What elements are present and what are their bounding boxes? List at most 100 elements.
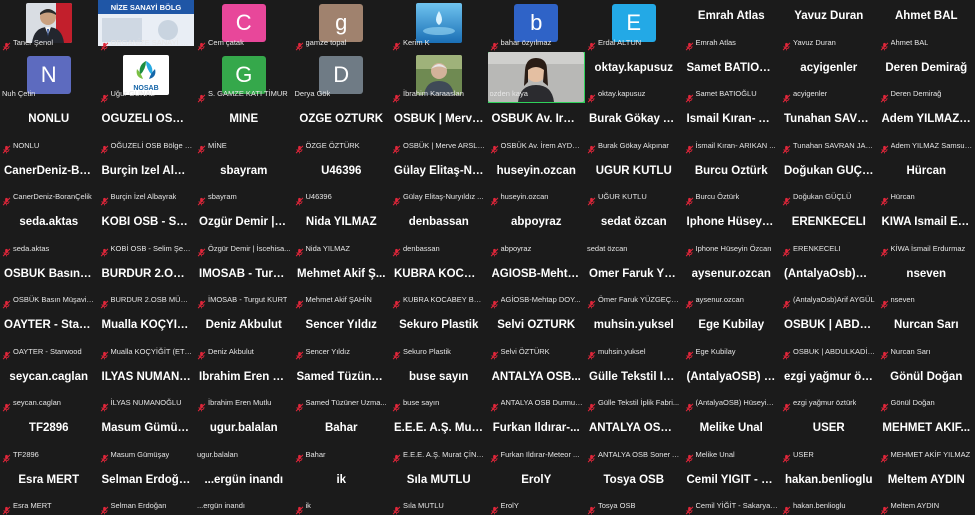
participant-tile-buse-sayın[interactable]: buse sayın buse sayın bbox=[390, 360, 488, 412]
participant-tile-deren-demirağ[interactable]: Deren Demirağ Deren Demirağ bbox=[877, 51, 975, 103]
participant-tile-kerim-k[interactable]: Kerim K bbox=[390, 0, 488, 52]
participant-tile-gönül-doğan[interactable]: Gönül Doğan Gönül Doğan bbox=[877, 360, 975, 412]
participant-tile-mi-ne[interactable]: MİNE MİNE bbox=[195, 103, 293, 155]
participant-tile-osbuk-abdulkadi-r[interactable]: OSBUK | ABDUL... OSBUK | ABDULKADİR ... bbox=[780, 309, 878, 361]
participant-tile-user[interactable]: USER USER bbox=[780, 412, 878, 464]
participant-tile-tf2896[interactable]: TF2896 TF2896 bbox=[0, 412, 98, 464]
participant-tile-adem-yilmaz-samsun[interactable]: Adem YILMAZ S... Adem YILMAZ Samsun... bbox=[877, 103, 975, 155]
participant-tile-muhsin-yuksel[interactable]: muhsin.yuksel muhsin.yuksel bbox=[585, 309, 683, 361]
participant-tile-gülle-tekstil-i-plik-fabri[interactable]: Gülle Tekstil İpli... Gülle Tekstil İpli… bbox=[585, 360, 683, 412]
participant-tile-gamze-topal[interactable]: g gamze topal bbox=[292, 0, 390, 52]
participant-tile-erenkeceli[interactable]: ERENKECELI ERENKECELI bbox=[780, 206, 878, 258]
participant-tile-sencer-yıldız[interactable]: Sencer Yıldız Sencer Yıldız bbox=[292, 309, 390, 361]
participant-tile-sedat-özcan[interactable]: sedat özcan sedat özcan bbox=[585, 206, 683, 258]
participant-tile-ik[interactable]: ik ik bbox=[292, 463, 390, 515]
participant-tile-bahar[interactable]: Bahar Bahar bbox=[292, 412, 390, 464]
participant-tile-kobi-osb-selim-şent[interactable]: KOBİ OSB - Seli... KOBİ OSB - Selim Şent… bbox=[97, 206, 195, 258]
participant-tile-i-smail-kıran-arikan[interactable]: İsmail Kıran- AR... İsmail Kıran- ARIKAN… bbox=[682, 103, 780, 155]
participant-tile-taner-şenol[interactable]: Taner Şenol bbox=[0, 0, 98, 52]
participant-tile-cemil-yi-ği-t-sakarya[interactable]: Cemil YİĞİT - Sa... Cemil YİĞİT - Sakary… bbox=[682, 463, 780, 515]
participant-tile-ege-kubilay[interactable]: Ege Kubilay Ege Kubilay bbox=[682, 309, 780, 361]
participant-tile-iphone-hüseyin-özcan[interactable]: Iphone Hüseyin... Iphone Hüseyin Özcan bbox=[682, 206, 780, 258]
participant-tile-sekuro-plastik[interactable]: Sekuro Plastik Sekuro Plastik bbox=[390, 309, 488, 361]
participant-tile-meltem-aydin[interactable]: Meltem AYDIN Meltem AYDIN bbox=[877, 463, 975, 515]
participant-tile-nuh-çetin[interactable]: N Nuh Çetin bbox=[0, 51, 98, 103]
participant-tile-osbük-av-i-rem-aydo[interactable]: OSBÜK Av. İrem... OSBÜK Av. İrem AYDO... bbox=[487, 103, 585, 155]
participant-tile-yavuz-duran[interactable]: Yavuz Duran Yavuz Duran bbox=[780, 0, 878, 52]
participant-tile-uğur-gunal[interactable]: NOSAB Uğur GUNAL bbox=[97, 51, 195, 103]
participant-tile-bahar-özyılmaz[interactable]: b bahar özyılmaz bbox=[487, 0, 585, 52]
participant-tile-burdur-2-osb-müdü[interactable]: BURDUR 2.OSB... BURDUR 2.OSB MÜDÜ... bbox=[97, 257, 195, 309]
participant-tile-i-brahim-karaaslan[interactable]: İbrahim Karaaslan bbox=[390, 51, 488, 103]
participant-tile-esra-mert[interactable]: Esra MERT Esra MERT bbox=[0, 463, 98, 515]
participant-tile-nurcan-sarı[interactable]: Nurcan Sarı Nurcan Sarı bbox=[877, 309, 975, 361]
participant-tile-ki-wa-i-smail-erdurmaz[interactable]: KİWA İsmail Erd... KİWA İsmail Erdurmaz bbox=[877, 206, 975, 258]
participant-tile-gülay-elitaş-nuryıldız[interactable]: Gülay Elitaş-Nu... Gülay Elitaş-Nuryıldı… bbox=[390, 154, 488, 206]
participant-tile-eroly[interactable]: ErolY ErolY bbox=[487, 463, 585, 515]
participant-tile-aysenur-ozcan[interactable]: aysenur.ozcan aysenur.ozcan bbox=[682, 257, 780, 309]
participant-tile-ömer-faruk-yüzgeç[interactable]: Ömer Faruk YÜ... Ömer Faruk YÜZGEÇ -... bbox=[585, 257, 683, 309]
participant-tile-nonlu[interactable]: NONLU NONLU bbox=[0, 103, 98, 155]
participant-tile-uğur-kutlu[interactable]: UĞUR KUTLU UĞUR KUTLU bbox=[585, 154, 683, 206]
participant-tile-derya-gök[interactable]: D Derya Gök bbox=[292, 51, 390, 103]
participant-tile-doğukan-güçlü[interactable]: Doğukan GÜÇLÜ Doğukan GÜÇLÜ bbox=[780, 154, 878, 206]
participant-tile-ergün-inandı[interactable]: ...ergün inandı ...ergün inandı bbox=[195, 463, 293, 515]
participant-tile-antalyaosb-hüseyin[interactable]: (AntalyaOSB) H... (AntalyaOSB) Hüseyin .… bbox=[682, 360, 780, 412]
participant-tile-tunahan-savran-jan[interactable]: Tunahan SAVRA... Tunahan SAVRAN JAN... bbox=[780, 103, 878, 155]
participant-tile-oayter-starwood[interactable]: OAYTER - Starw... OAYTER - Starwood bbox=[0, 309, 98, 361]
participant-tile-burak-gökay-akpınar[interactable]: Burak Gökay Ak... Burak Gökay Akpınar bbox=[585, 103, 683, 155]
participant-tile-mehmet-akif-şahi-n[interactable]: Mehmet Akif Ş... Mehmet Akif ŞAHİN bbox=[292, 257, 390, 309]
participant-tile-sıla-mutlu[interactable]: Sıla MUTLU Sıla MUTLU bbox=[390, 463, 488, 515]
participant-tile-osbük-basın-müşaviri[interactable]: OSBÜK Basın M... OSBÜK Basın Müşaviri... bbox=[0, 257, 98, 309]
participant-tile-oğuzeli-osb-bölge-m[interactable]: OĞUZELİ OSB B... OĞUZELİ OSB Bölge M... bbox=[97, 103, 195, 155]
participant-tile-s-gamze-kati-ti-mur[interactable]: G S. GAMZE KATI TİMUR bbox=[195, 51, 293, 103]
participant-tile-selman-erdoğan[interactable]: Selman Erdoğan Selman Erdoğan bbox=[97, 463, 195, 515]
participant-tile-u46396[interactable]: U46396 U46396 bbox=[292, 154, 390, 206]
participant-tile-antalya-osb-durmuş[interactable]: ANTALYA OSB... ANTALYA OSB Durmuş... bbox=[487, 360, 585, 412]
participant-tile-cem-çatak[interactable]: C Cem çatak bbox=[195, 0, 293, 52]
participant-tile-osbük-merve-arsla[interactable]: OSBÜK | Merve... OSBÜK | Merve ARSLA... bbox=[390, 103, 488, 155]
participant-tile-furkan-ildırar-meteor[interactable]: Furkan Ildırar-... Furkan Ildırar-Meteor… bbox=[487, 412, 585, 464]
participant-tile-mualla-koçyi-ği-t-etk[interactable]: Mualla KOÇYİĞİ... Mualla KOÇYİĞİT (ETK..… bbox=[97, 309, 195, 361]
participant-tile-oktay-kapusuz[interactable]: oktay.kapusuz oktay.kapusuz bbox=[585, 51, 683, 103]
participant-tile-deniz-akbulut[interactable]: Deniz Akbulut Deniz Akbulut bbox=[195, 309, 293, 361]
participant-tile-özgür-demir-i-scehisa[interactable]: Özgür Demir | İ... Özgür Demir | İscehis… bbox=[195, 206, 293, 258]
participant-tile-hakan-benlioglu[interactable]: hakan.benlioglu hakan.benlioglu bbox=[780, 463, 878, 515]
participant-tile-burçin-i-zel-albayrak[interactable]: Burçin İzel Alba... Burçin İzel Albayrak bbox=[97, 154, 195, 206]
participant-tile-ezgi-yağmur-öztürk[interactable]: ezgi yağmur özt... ezgi yağmur öztürk bbox=[780, 360, 878, 412]
participant-tile-huseyin-ozcan[interactable]: huseyin.ozcan huseyin.ozcan bbox=[487, 154, 585, 206]
participant-tile-kubra-kocabey-beta[interactable]: KUBRA KOCABE... KUBRA KOCABEY BETA... bbox=[390, 257, 488, 309]
participant-tile-ahmet-bal[interactable]: Ahmet BAL Ahmet BAL bbox=[877, 0, 975, 52]
participant-tile-nseven[interactable]: nseven nseven bbox=[877, 257, 975, 309]
participant-tile-abpoyraz[interactable]: abpoyraz abpoyraz bbox=[487, 206, 585, 258]
participant-tile-samed-tüzüner-uzma[interactable]: Samed Tüzüner... Samed Tüzüner Uzma... bbox=[292, 360, 390, 412]
participant-tile-organi-ze-sanayi-bö[interactable]: NİZE SANAYİ BÖLG ORGANİZE SANAYİ BÖ... bbox=[97, 0, 195, 52]
participant-tile-samet-batioğlu[interactable]: Samet BATIOĞLU Samet BATIOĞLU bbox=[682, 51, 780, 103]
participant-tile-sbayram[interactable]: sbayram sbayram bbox=[195, 154, 293, 206]
participant-tile-antalya-osb-soner-a[interactable]: ANTALYA OSB S... ANTALYA OSB Soner A... bbox=[585, 412, 683, 464]
participant-tile-agi-osb-mehtap-doy[interactable]: AGİOSB-Mehta... AGİOSB-Mehtap DOY... bbox=[487, 257, 585, 309]
participant-tile-masum-gümüşay[interactable]: Masum Gümüşay Masum Gümüşay bbox=[97, 412, 195, 464]
participant-tile-melike-unal[interactable]: Melike Unal Melike Unal bbox=[682, 412, 780, 464]
participant-tile-mehmet-aki-f-yilmaz[interactable]: MEHMET AKİF... MEHMET AKİF YILMAZ bbox=[877, 412, 975, 464]
participant-tile-seycan-caglan[interactable]: seycan.caglan seycan.caglan bbox=[0, 360, 98, 412]
participant-tile-canerdeniz-borançelik[interactable]: CanerDeniz-Bor... CanerDeniz-BoranÇelik bbox=[0, 154, 98, 206]
participant-tile-emrah-atlas[interactable]: Emrah Atlas Emrah Atlas bbox=[682, 0, 780, 52]
participant-tile-acyigenler[interactable]: acyigenler acyigenler bbox=[780, 51, 878, 103]
participant-tile-burcu-öztürk[interactable]: Burcu Öztürk Burcu Öztürk bbox=[682, 154, 780, 206]
participant-tile-özge-öztürk[interactable]: ÖZGE ÖZTÜRK ÖZGE ÖZTÜRK bbox=[292, 103, 390, 155]
participant-tile-seda-aktas[interactable]: seda.aktas seda.aktas bbox=[0, 206, 98, 258]
participant-tile-selvi-öztürk[interactable]: Selvi ÖZTÜRK Selvi ÖZTÜRK bbox=[487, 309, 585, 361]
participant-tile-hürcan[interactable]: Hürcan Hürcan bbox=[877, 154, 975, 206]
participant-tile-antalyaosb-arif-aygül[interactable]: (AntalyaOsb)Ari... (AntalyaOsb)Arif AYGÜ… bbox=[780, 257, 878, 309]
participant-tile-nida-yilmaz[interactable]: Nida YILMAZ Nida YILMAZ bbox=[292, 206, 390, 258]
participant-tile-i-lyas-numanoğlu[interactable]: İLYAS NUMANO... İLYAS NUMANOĞLU bbox=[97, 360, 195, 412]
participant-tile-i-brahim-eren-mutlu[interactable]: İbrahim Eren M... İbrahim Eren Mutlu bbox=[195, 360, 293, 412]
participant-tile-denbassan[interactable]: denbassan denbassan bbox=[390, 206, 488, 258]
participant-tile-erdal-altun[interactable]: E Erdal ALTUN bbox=[585, 0, 683, 52]
participant-tile-ugur-balalan[interactable]: ugur.balalan ugur.balalan bbox=[195, 412, 293, 464]
participant-tile-i-mosab-turgut-kurt[interactable]: İMOSAB - Turg... İMOSAB - Turgut KURT bbox=[195, 257, 293, 309]
participant-tile-e-e-e-a-ş-murat-çi-ni-taş[interactable]: E.E.E. A.Ş. Mura... E.E.E. A.Ş. Murat Çİ… bbox=[390, 412, 488, 464]
participant-tile-ozden-kaya[interactable]: ozden kaya bbox=[487, 51, 585, 103]
participant-tile-tosya-osb[interactable]: Tosya OSB Tosya OSB bbox=[585, 463, 683, 515]
